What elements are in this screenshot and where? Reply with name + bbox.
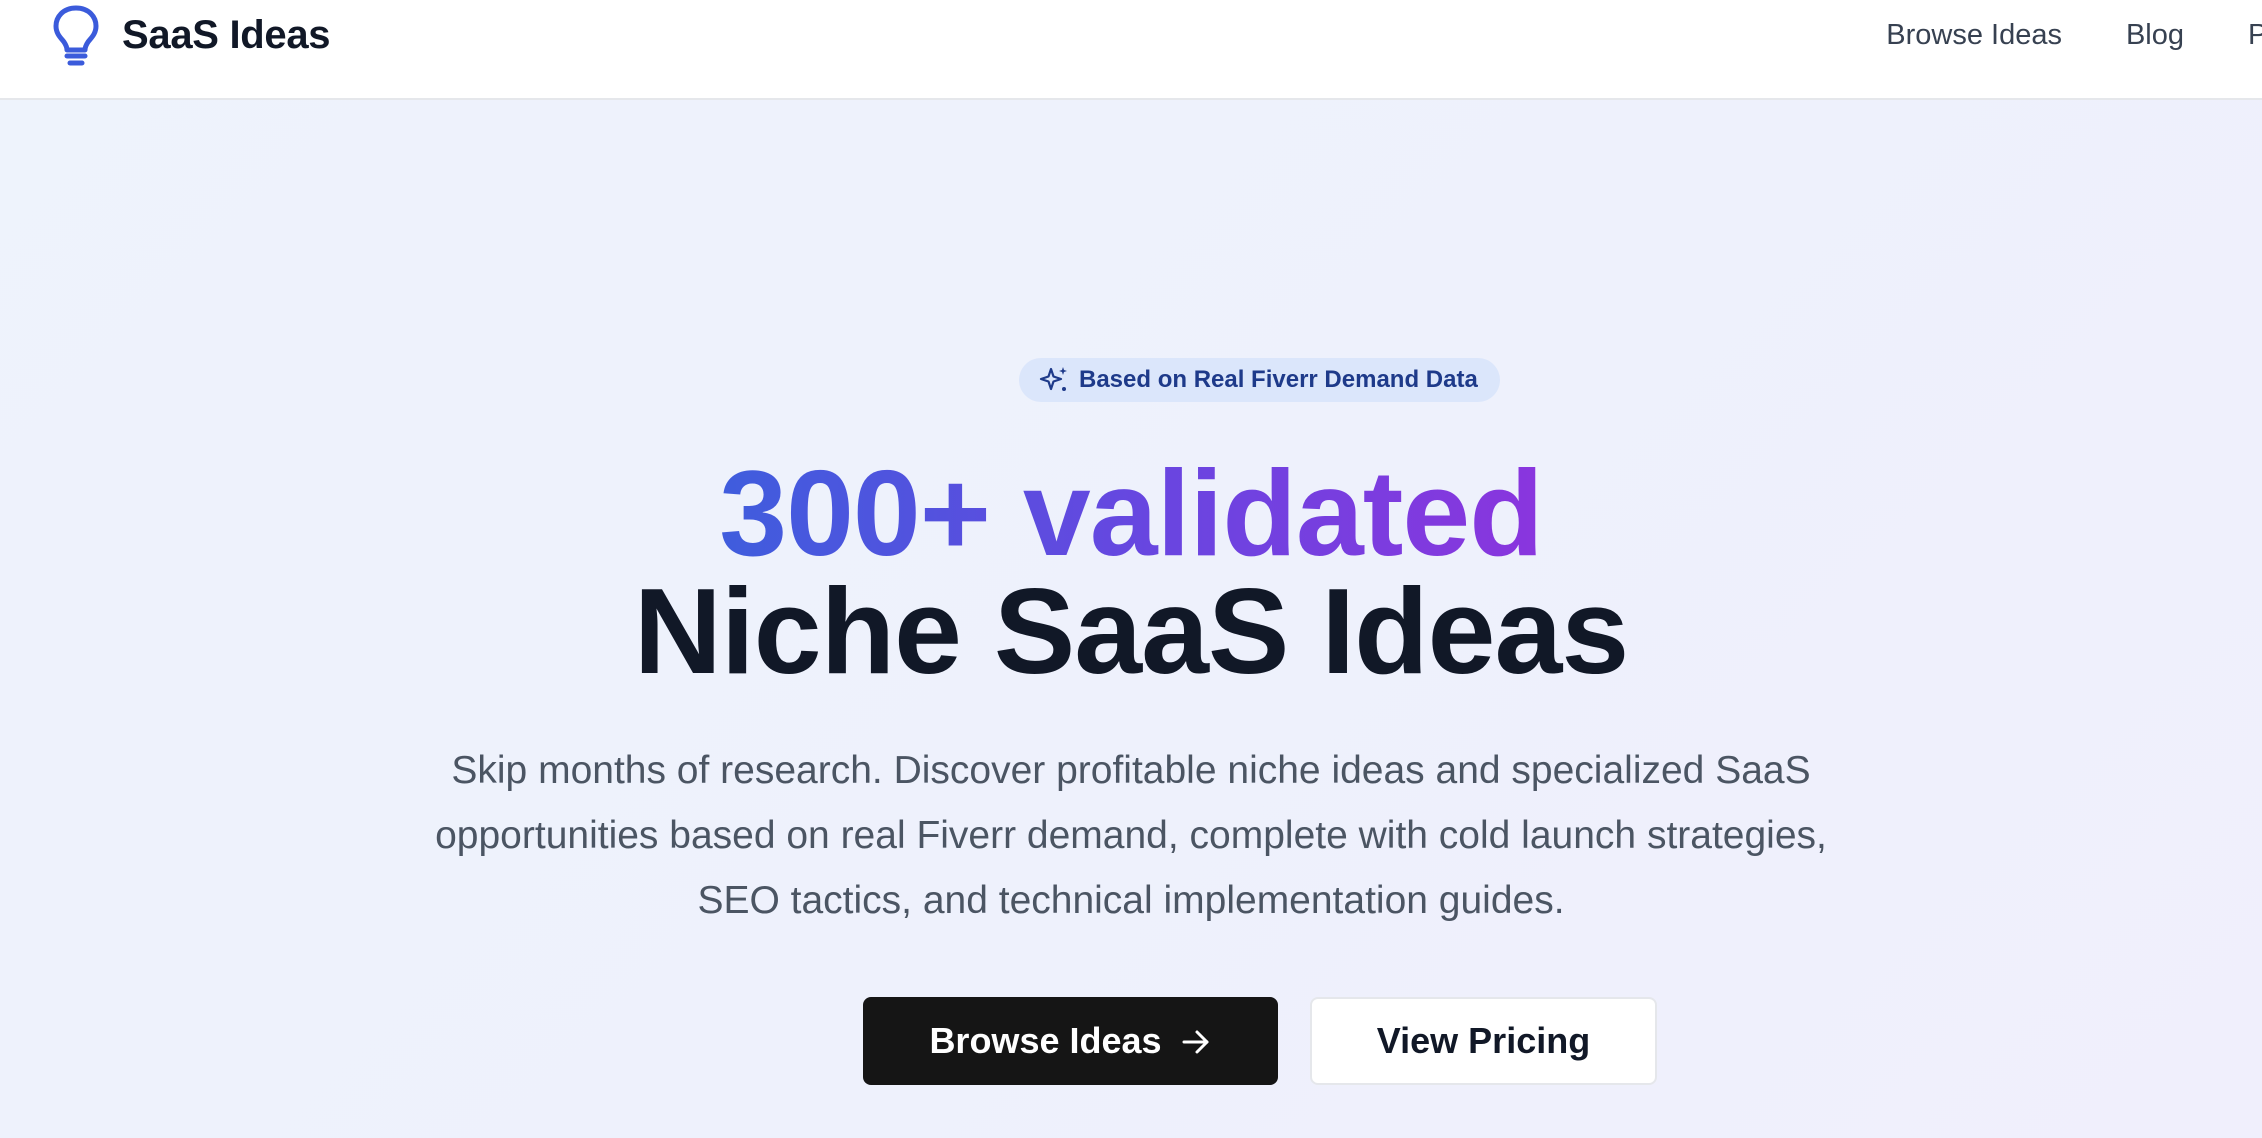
view-pricing-button[interactable]: View Pricing (1310, 997, 1657, 1085)
arrow-right-icon (1180, 1025, 1212, 1057)
lightbulb-icon (50, 2, 102, 68)
data-source-badge: Based on Real Fiverr Demand Data (1019, 358, 1500, 402)
headline-gradient-text: 300+ validated (719, 445, 1544, 581)
hero-section: Based on Real Fiverr Demand Data 300+ va… (0, 100, 2262, 1138)
view-pricing-label: View Pricing (1376, 1020, 1591, 1061)
nav-browse-ideas[interactable]: Browse Ideas (1886, 19, 2062, 52)
headline-highlight: 300+ validated (0, 448, 2262, 578)
main-nav: Browse Ideas Blog P (1886, 0, 2262, 70)
nav-blog[interactable]: Blog (2126, 19, 2184, 52)
browse-ideas-button[interactable]: Browse Ideas (863, 997, 1278, 1085)
nav-pricing[interactable]: P (2248, 19, 2262, 52)
logo-text: SaaS Ideas (122, 12, 331, 57)
badge-text: Based on Real Fiverr Demand Data (1079, 366, 1478, 393)
site-header: SaaS Ideas Browse Ideas Blog P (0, 0, 2262, 100)
hero-subtitle: Skip months of research. Discover profit… (435, 749, 1827, 922)
logo-link[interactable]: SaaS Ideas (50, 0, 331, 70)
browse-ideas-label: Browse Ideas (929, 1020, 1162, 1061)
page-title: Niche SaaS Ideas (633, 563, 1629, 699)
sparkles-icon (1039, 365, 1069, 395)
